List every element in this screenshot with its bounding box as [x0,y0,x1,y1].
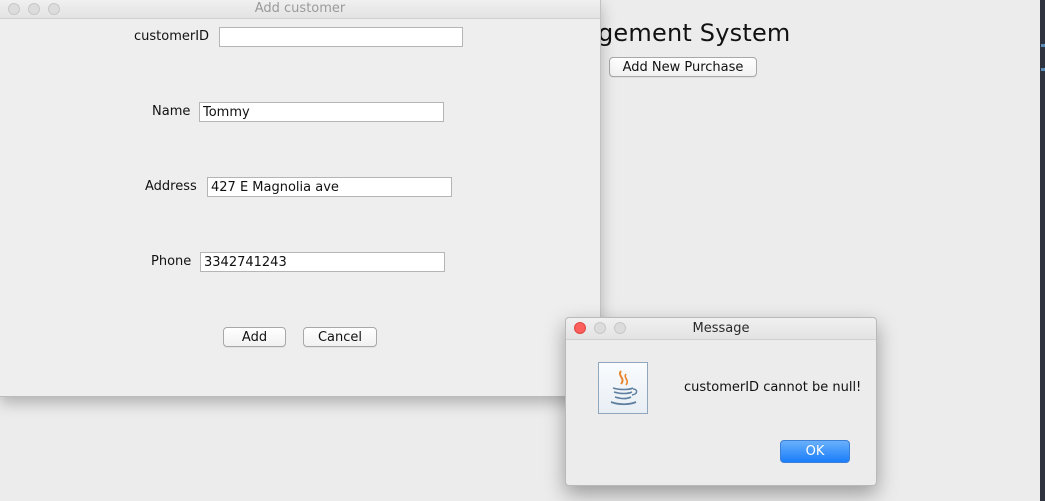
customer-id-label: customerID [134,29,210,44]
name-input[interactable] [199,102,444,122]
desktop-edge-strip [1040,0,1045,501]
main-window-title: gement System [598,19,791,47]
add-customer-titlebar[interactable]: Add customer [0,0,600,19]
phone-input[interactable] [200,252,445,272]
phone-label: Phone [151,254,192,269]
customer-id-input[interactable] [219,27,463,47]
cancel-button[interactable]: Cancel [303,327,377,347]
message-dialog: Message customerID cannot be null! OK [565,317,877,486]
address-input[interactable] [207,177,452,197]
name-label: Name [152,104,191,119]
add-new-purchase-button[interactable]: Add New Purchase [609,57,757,77]
message-title: Message [692,321,750,336]
java-icon [598,362,648,414]
address-label: Address [145,179,197,194]
add-customer-dialog: Add customer customerID Name Address Pho… [0,0,601,397]
ok-button[interactable]: OK [780,440,850,463]
message-text: customerID cannot be null! [684,380,862,395]
add-customer-title: Add customer [254,1,346,16]
desktop-edge-mark [1041,68,1045,71]
desktop-edge-mark [1041,44,1045,47]
add-button[interactable]: Add [223,327,286,347]
message-titlebar[interactable]: Message [566,318,876,340]
